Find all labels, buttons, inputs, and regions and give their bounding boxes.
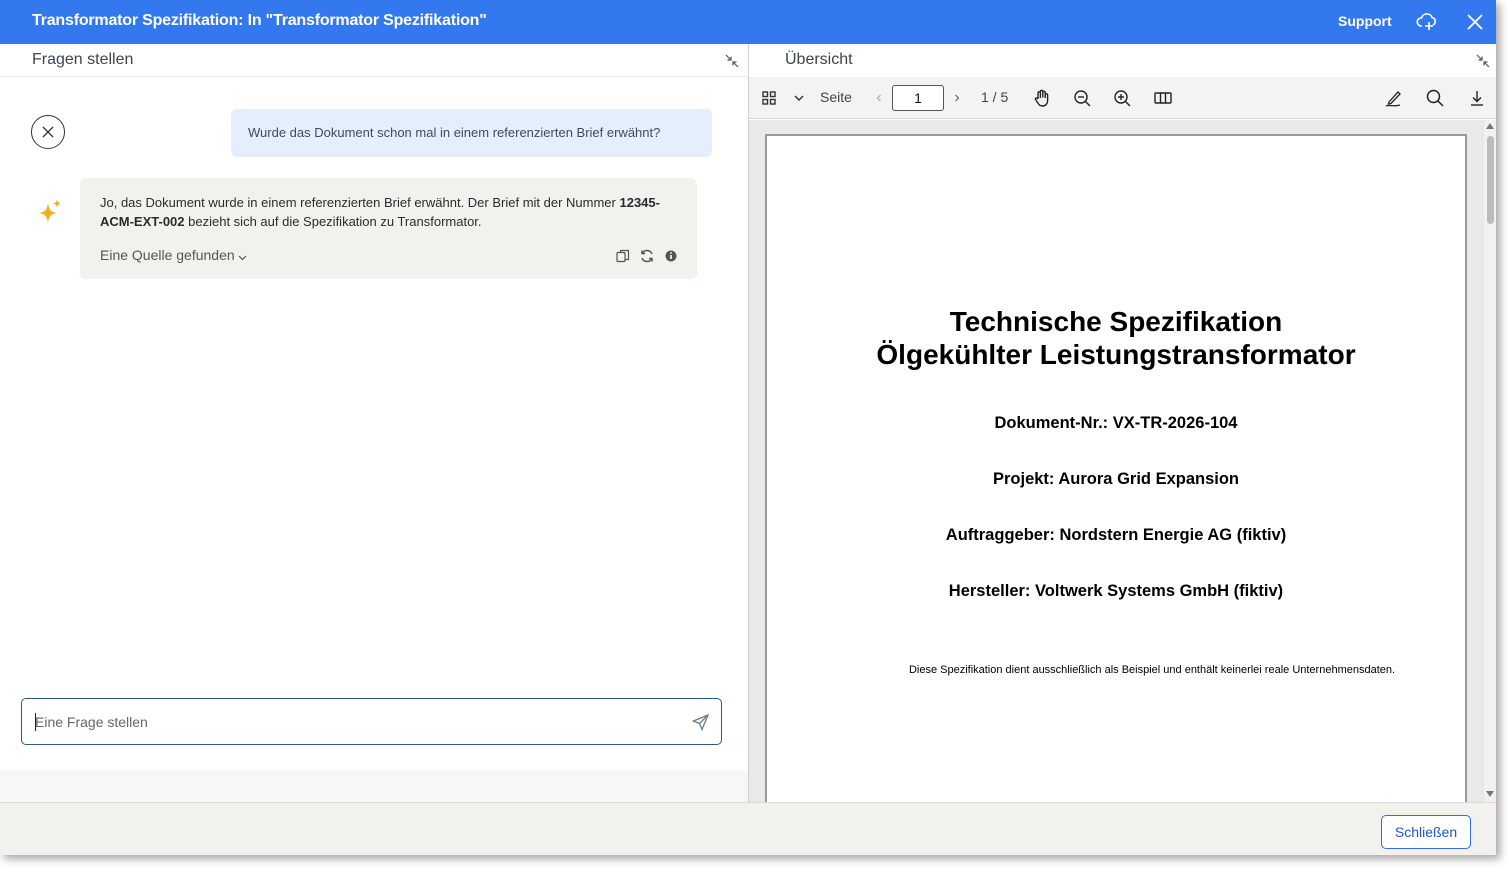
doc-manufacturer: Hersteller: Voltwerk Systems GmbH (fikti… (948, 582, 1284, 600)
support-link[interactable]: Support (1338, 13, 1392, 29)
doc-project: Projekt: Aurora Grid Expansion (992, 470, 1240, 488)
grid-icon[interactable] (759, 88, 779, 108)
collapse-icon[interactable] (1475, 53, 1491, 69)
scroll-down-arrow-icon[interactable] (1486, 791, 1494, 797)
page-count: 1 / 5 (981, 89, 1009, 105)
copy-icon[interactable] (615, 248, 631, 264)
doc-title-line2: Ölgekühlter Leistungstransformator (876, 339, 1356, 370)
prev-page-icon[interactable] (869, 88, 889, 108)
window-title: Transformator Spezifikation: In "Transfo… (32, 12, 487, 29)
title-bar: Transformator Spezifikation: In "Transfo… (0, 0, 1496, 44)
document-viewport[interactable]: Technische Spezifikation Ölgekühlter Lei… (749, 120, 1496, 802)
ai-text-part2: bezieht sich auf die Spezifikation zu Tr… (184, 214, 482, 229)
user-message-text: Wurde das Dokument schon mal in einem re… (248, 125, 661, 140)
close-icon (42, 126, 54, 138)
ai-sparkle-icon (38, 199, 62, 225)
ai-text-part1: Jo, das Dokument wurde in einem referenz… (100, 195, 620, 210)
annotate-pen-icon[interactable] (1383, 88, 1403, 108)
doc-title-line1: Technische Spezifikation (949, 306, 1283, 337)
chat-pane: Fragen stellen Wurde das Dokument schon … (0, 44, 748, 802)
chat-bottom-strip (0, 770, 748, 802)
pdf-toolbar: Seite 1 / 5 (749, 77, 1496, 119)
download-icon[interactable] (1467, 88, 1487, 108)
chat-pane-title: Fragen stellen (32, 51, 134, 68)
two-page-view-icon[interactable] (1153, 88, 1173, 108)
overview-pane-header: Übersicht (749, 44, 1496, 77)
scroll-thumb[interactable] (1487, 136, 1494, 224)
chevron-down-icon (238, 248, 247, 264)
scroll-up-arrow-icon[interactable] (1486, 123, 1494, 129)
clear-chat-button[interactable] (31, 115, 65, 149)
page-number-input[interactable] (892, 85, 944, 111)
doc-number: Dokument-Nr.: VX-TR-2026-104 (994, 414, 1238, 432)
dialog-window: Transformator Spezifikation: In "Transfo… (0, 0, 1496, 855)
ai-message-bubble: Jo, das Dokument wurde in einem referenz… (80, 178, 697, 279)
next-page-icon[interactable] (947, 88, 967, 108)
zoom-out-icon[interactable] (1072, 88, 1092, 108)
document-page: Technische Spezifikation Ölgekühlter Lei… (765, 134, 1467, 802)
sources-toggle[interactable]: Eine Quelle gefunden (100, 247, 247, 264)
regenerate-icon[interactable] (639, 248, 655, 264)
chevron-down-icon[interactable] (789, 88, 809, 108)
overview-pane-title: Übersicht (785, 51, 853, 68)
pan-hand-icon[interactable] (1032, 88, 1052, 108)
send-icon[interactable] (691, 713, 710, 732)
question-input[interactable] (35, 711, 675, 733)
question-input-box[interactable] (21, 698, 722, 745)
search-icon[interactable] (1425, 88, 1445, 108)
doc-disclaimer: Diese Spezifikation dient ausschließlich… (908, 664, 1396, 676)
cloud-add-icon[interactable] (1416, 11, 1438, 33)
page-label: Seite (820, 89, 852, 105)
doc-client: Auftraggeber: Nordstern Energie AG (fikt… (945, 526, 1287, 544)
collapse-icon[interactable] (724, 53, 740, 69)
close-window-icon[interactable] (1464, 11, 1486, 33)
info-icon[interactable] (663, 248, 679, 264)
document-scrollbar[interactable] (1484, 120, 1496, 802)
close-dialog-button[interactable]: Schließen (1381, 815, 1471, 849)
overview-pane: Übersicht Seite 1 1 / 5 Technische Spezi… (749, 44, 1496, 802)
dialog-footer: Schließen (0, 802, 1496, 855)
ai-message-text: Jo, das Dokument wurde in einem referenz… (100, 193, 680, 231)
zoom-in-icon[interactable] (1112, 88, 1132, 108)
sources-label: Eine Quelle gefunden (100, 247, 235, 263)
user-message-bubble: Wurde das Dokument schon mal in einem re… (231, 109, 712, 157)
text-caret (35, 713, 36, 731)
chat-pane-header: Fragen stellen (0, 44, 748, 77)
